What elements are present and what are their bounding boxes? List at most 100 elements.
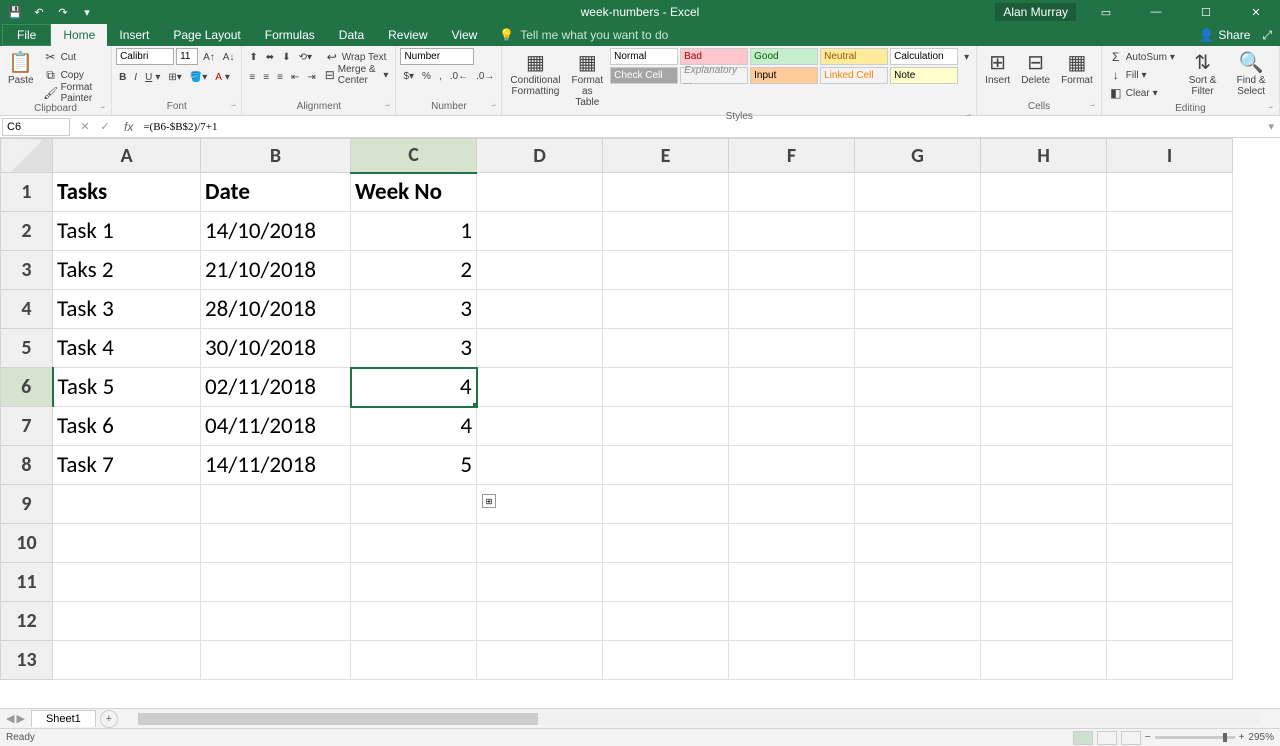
cell-E5[interactable] [603, 329, 729, 368]
cell-I2[interactable] [1107, 212, 1233, 251]
cell-E12[interactable] [603, 602, 729, 641]
tab-insert[interactable]: Insert [107, 24, 161, 46]
bold-button[interactable]: B [116, 68, 129, 86]
cell-I3[interactable] [1107, 251, 1233, 290]
cell-A5[interactable]: Task 4 [53, 329, 201, 368]
cell-B7[interactable]: 04/11/2018 [201, 407, 351, 446]
autosum-button[interactable]: ΣAutoSum▾ [1106, 48, 1178, 66]
style-good[interactable]: Good [750, 48, 818, 65]
sheet-tab[interactable]: Sheet1 [31, 710, 96, 727]
cell-H7[interactable] [981, 407, 1107, 446]
row-header-5[interactable]: 5 [1, 329, 53, 368]
style-explanatory[interactable]: Explanatory ... [680, 67, 748, 84]
align-right-icon[interactable]: ≡ [274, 68, 286, 86]
cell-I9[interactable] [1107, 485, 1233, 524]
cut-button[interactable]: ✂Cut [41, 48, 107, 66]
cell-B1[interactable]: Date [201, 173, 351, 212]
cell-E13[interactable] [603, 641, 729, 680]
tab-data[interactable]: Data [327, 24, 376, 46]
minimize-icon[interactable]: — [1136, 0, 1176, 24]
cell-C3[interactable]: 2 [351, 251, 477, 290]
row-header-6[interactable]: 6 [1, 368, 53, 407]
cell-E4[interactable] [603, 290, 729, 329]
cell-D10[interactable] [477, 524, 603, 563]
close-icon[interactable]: ✕ [1236, 0, 1276, 24]
cell-F1[interactable] [729, 173, 855, 212]
col-header-H[interactable]: H [981, 139, 1107, 173]
paste-button[interactable]: 📋 Paste [4, 48, 38, 88]
col-header-E[interactable]: E [603, 139, 729, 173]
indent-decrease-icon[interactable]: ⇤ [288, 68, 302, 86]
align-center-icon[interactable]: ≡ [260, 68, 272, 86]
cell-B3[interactable]: 21/10/2018 [201, 251, 351, 290]
cell-I13[interactable] [1107, 641, 1233, 680]
grow-font-icon[interactable]: A↑ [200, 48, 218, 66]
delete-cells-button[interactable]: ⊟Delete [1017, 48, 1054, 88]
cell-I11[interactable] [1107, 563, 1233, 602]
enter-formula-icon[interactable]: ✓ [96, 118, 114, 136]
cell-C2[interactable]: 1 [351, 212, 477, 251]
cell-A3[interactable]: Taks 2 [53, 251, 201, 290]
style-calculation[interactable]: Calculation [890, 48, 958, 65]
cell-D13[interactable] [477, 641, 603, 680]
fill-color-button[interactable]: 🪣▾ [187, 68, 210, 86]
find-select-button[interactable]: 🔍Find & Select [1227, 48, 1275, 99]
cell-C5[interactable]: 3 [351, 329, 477, 368]
cell-I10[interactable] [1107, 524, 1233, 563]
col-header-B[interactable]: B [201, 139, 351, 173]
cell-I12[interactable] [1107, 602, 1233, 641]
cell-H4[interactable] [981, 290, 1107, 329]
sheet-nav-next-icon[interactable]: ▶ [16, 712, 24, 725]
align-left-icon[interactable]: ≡ [246, 68, 258, 86]
cell-H5[interactable] [981, 329, 1107, 368]
cell-I1[interactable] [1107, 173, 1233, 212]
style-check-cell[interactable]: Check Cell [610, 67, 678, 84]
cell-B13[interactable] [201, 641, 351, 680]
increase-decimal-icon[interactable]: .0← [447, 67, 471, 85]
select-all-corner[interactable] [1, 139, 53, 173]
cell-I4[interactable] [1107, 290, 1233, 329]
indent-increase-icon[interactable]: ⇥ [304, 68, 318, 86]
cell-F5[interactable] [729, 329, 855, 368]
format-as-table-button[interactable]: ▦Format as Table [567, 48, 607, 110]
cell-F3[interactable] [729, 251, 855, 290]
col-header-F[interactable]: F [729, 139, 855, 173]
cell-D4[interactable] [477, 290, 603, 329]
cell-F13[interactable] [729, 641, 855, 680]
cell-A7[interactable]: Task 6 [53, 407, 201, 446]
cell-B5[interactable]: 30/10/2018 [201, 329, 351, 368]
cell-D7[interactable] [477, 407, 603, 446]
col-header-I[interactable]: I [1107, 139, 1233, 173]
style-neutral[interactable]: Neutral [820, 48, 888, 65]
cell-I6[interactable] [1107, 368, 1233, 407]
view-normal-icon[interactable] [1073, 731, 1093, 745]
row-header-4[interactable]: 4 [1, 290, 53, 329]
row-header-10[interactable]: 10 [1, 524, 53, 563]
cell-C13[interactable] [351, 641, 477, 680]
col-header-C[interactable]: C [351, 139, 477, 173]
horizontal-scrollbar[interactable] [138, 713, 1260, 725]
ribbon-options-icon[interactable]: ▭ [1086, 0, 1126, 24]
cell-H2[interactable] [981, 212, 1107, 251]
row-header-8[interactable]: 8 [1, 446, 53, 485]
style-input[interactable]: Input [750, 67, 818, 84]
cell-G12[interactable] [855, 602, 981, 641]
cell-G6[interactable] [855, 368, 981, 407]
cell-C9[interactable] [351, 485, 477, 524]
cell-E1[interactable] [603, 173, 729, 212]
cell-I7[interactable] [1107, 407, 1233, 446]
cell-B11[interactable] [201, 563, 351, 602]
cell-C10[interactable] [351, 524, 477, 563]
cell-A4[interactable]: Task 3 [53, 290, 201, 329]
cell-C11[interactable] [351, 563, 477, 602]
cell-G3[interactable] [855, 251, 981, 290]
comma-icon[interactable]: , [436, 67, 445, 85]
row-header-3[interactable]: 3 [1, 251, 53, 290]
cell-D12[interactable] [477, 602, 603, 641]
tab-review[interactable]: Review [376, 24, 439, 46]
cell-E10[interactable] [603, 524, 729, 563]
cell-G9[interactable] [855, 485, 981, 524]
ribbon-expand-icon[interactable]: ⤢ [1262, 28, 1272, 43]
qat-customize-icon[interactable]: ▾ [78, 3, 96, 21]
undo-icon[interactable]: ↶ [30, 3, 48, 21]
